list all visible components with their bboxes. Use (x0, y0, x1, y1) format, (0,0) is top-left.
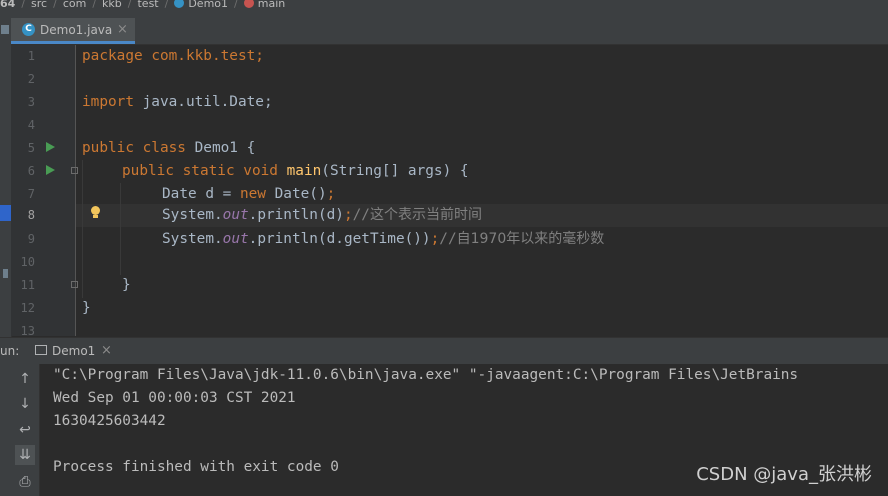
close-icon[interactable]: × (101, 343, 112, 358)
comment-text: 自1970年以来的毫秒数 (456, 231, 605, 247)
line-number: 5 (27, 141, 35, 155)
breadcrumb-item[interactable]: com (63, 0, 87, 9)
fold-icon[interactable] (71, 281, 78, 288)
code-line-7: Date d = new Date(); (162, 183, 335, 206)
tab-demo1-java[interactable]: C Demo1.java × (11, 18, 135, 44)
comment: // (352, 207, 370, 223)
scroll-to-end-icon[interactable]: ⇊ (15, 445, 35, 465)
keyword: package (82, 48, 143, 64)
breadcrumb-separator: / (53, 0, 57, 10)
keyword: public static void (122, 163, 278, 179)
breadcrumb: 64 / src / com / kkb / test / Demo1 / main (0, 0, 888, 15)
comment: // (439, 231, 457, 247)
selection-marker (0, 205, 11, 221)
code-line-3: import java.util.Date; (82, 91, 273, 114)
watermark: CSDN @java_张洪彬 (696, 464, 872, 485)
code-line-11: } (122, 274, 131, 297)
method-icon (243, 0, 254, 8)
code-text: } (122, 277, 131, 293)
indent-guide (120, 183, 121, 275)
breadcrumb-separator: / (92, 0, 97, 10)
run-left-strip (0, 364, 11, 496)
field-name: out (222, 231, 249, 247)
line-number: 1 (27, 49, 35, 63)
breadcrumb-item[interactable]: 64 (0, 0, 15, 9)
console-line: Wed Sep 01 00:00:03 CST 2021 (53, 390, 296, 406)
lightbulb-bulb (91, 206, 100, 215)
breadcrumb-item[interactable]: Demo1 (188, 0, 228, 9)
breadcrumb-item[interactable]: main (258, 0, 285, 9)
code-line-9: System.out.println(d.getTime());//自1970年… (162, 228, 604, 251)
breadcrumb-separator: / (127, 0, 132, 10)
console-line: 1630425603442 (53, 413, 166, 429)
line-number: 3 (27, 95, 35, 109)
class-icon (174, 0, 185, 8)
code-line-12: } (82, 297, 91, 320)
line-number: 8 (27, 208, 35, 222)
line-number: 2 (27, 72, 35, 86)
code-text: System. (162, 207, 223, 223)
line-number: 4 (27, 118, 35, 132)
class-icon: C (22, 23, 35, 36)
code-line-6: public static void main(String[] args) { (122, 160, 469, 183)
console-line: Process finished with exit code 0 (53, 459, 339, 475)
line-number: 13 (20, 324, 35, 336)
up-arrow-icon[interactable]: ↑ (15, 369, 35, 389)
code-text: } (82, 300, 91, 316)
project-tool-icon[interactable] (1, 25, 9, 34)
run-panel-label: un: (0, 344, 20, 358)
comment-text: 这个表示当前时间 (369, 207, 482, 223)
code-line-1: package com.kkb.test; (82, 45, 264, 68)
run-arrow-icon[interactable] (46, 165, 55, 175)
code-text: .println(d.getTime()) (248, 231, 431, 247)
line-number: 12 (20, 301, 35, 315)
code-line-8: System.out.println(d);//这个表示当前时间 (162, 204, 482, 227)
close-icon[interactable]: × (117, 22, 128, 37)
soft-wrap-icon[interactable]: ↩ (15, 420, 35, 440)
semicolon: ; (343, 207, 353, 223)
semicolon: ; (430, 231, 440, 247)
run-tab-demo1[interactable]: Demo1 (52, 344, 95, 358)
run-toolbar: ↑ ↓ ↩ ⇊ ⎙ (11, 364, 40, 496)
lightbulb-icon[interactable] (90, 206, 100, 220)
breadcrumb-item[interactable]: test (137, 0, 158, 9)
line-number: 9 (27, 232, 35, 246)
field-name: out (222, 207, 249, 223)
breadcrumb-separator: / (21, 0, 26, 10)
indent-guide (82, 160, 83, 298)
code-text: System. (162, 231, 223, 247)
console-line: "C:\Program Files\Java\jdk-11.0.6\bin\ja… (53, 367, 799, 383)
code-text: com.kkb.test; (142, 48, 264, 64)
line-number: 6 (27, 164, 35, 178)
code-text: Date() (265, 186, 327, 202)
code-text: java.util.Date; (133, 94, 273, 110)
line-number: 10 (20, 255, 35, 269)
print-icon[interactable]: ⎙ (15, 472, 35, 492)
run-arrow-icon[interactable] (46, 142, 55, 152)
code-text: Demo1 { (185, 140, 256, 156)
breadcrumb-separator: / (164, 0, 169, 10)
semicolon: ; (326, 186, 336, 202)
tab-label: Demo1.java (40, 23, 113, 37)
keyword: new (239, 186, 266, 202)
code-text: Date d = (162, 186, 240, 202)
run-panel-header: un: Demo1 × (0, 337, 888, 365)
code-text: (String[] args) { (321, 163, 469, 179)
code-line-5: public class Demo1 { (82, 137, 255, 160)
breadcrumb-separator: / (234, 0, 238, 10)
editor-tab-bar: C Demo1.java × (11, 15, 888, 45)
breadcrumb-item[interactable]: src (31, 0, 47, 9)
breadcrumb-item[interactable]: kkb (102, 0, 122, 9)
code-text: .println(d) (248, 207, 344, 223)
structure-tool-icon[interactable] (3, 269, 8, 278)
keyword: public class (82, 140, 186, 156)
fold-icon[interactable] (71, 167, 78, 174)
keyword: import (82, 94, 134, 110)
method-name: main (286, 163, 322, 179)
line-number: 7 (27, 187, 35, 201)
down-arrow-icon[interactable]: ↓ (15, 394, 35, 414)
lightbulb-base (93, 215, 98, 218)
console-icon (35, 345, 47, 355)
line-number: 11 (20, 278, 35, 292)
